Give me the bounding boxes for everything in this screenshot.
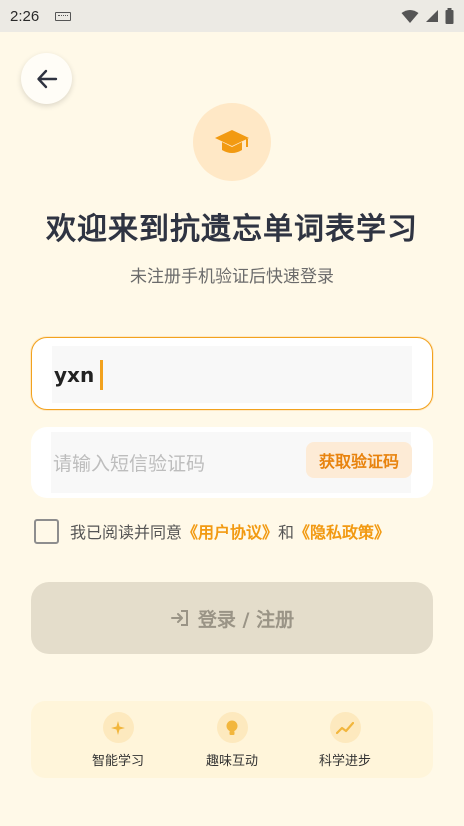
status-time: 2:26 <box>10 7 40 25</box>
trend-up-icon <box>329 712 361 743</box>
feature-smart-learning: 智能学习 <box>83 712 153 769</box>
keyboard-icon <box>55 11 72 21</box>
phone-input-area[interactable]: yxn <box>52 346 412 403</box>
get-code-button[interactable]: 获取验证码 <box>306 442 412 478</box>
feature-label: 科学进步 <box>318 754 371 769</box>
lightbulb-icon <box>216 712 248 743</box>
phone-field[interactable]: yxn <box>31 337 433 410</box>
text-caret <box>100 359 104 390</box>
signal-icon <box>426 10 438 22</box>
graduation-cap-icon <box>215 130 249 153</box>
agree-and-text: 和 <box>278 523 295 542</box>
sms-code-input[interactable]: 请输入短信验证码 <box>53 449 205 476</box>
agree-checkbox[interactable] <box>34 518 59 544</box>
agree-prefix-text: 我已阅读并同意 <box>70 523 183 542</box>
privacy-policy-link[interactable]: 《隐私政策》 <box>294 519 390 543</box>
feature-label: 智能学习 <box>91 754 144 769</box>
user-agreement-link[interactable]: 《用户协议》 <box>182 519 278 543</box>
login-button-label: 登录 / 注册 <box>197 608 295 631</box>
status-bar: 2:26 <box>0 0 464 32</box>
arrow-left-icon <box>36 69 57 88</box>
sparkle-icon <box>102 712 134 743</box>
feature-scientific-progress: 科学进步 <box>310 712 380 769</box>
page-title: 欢迎来到抗遗忘单词表学习 <box>46 212 418 247</box>
login-button[interactable]: 登录 / 注册 <box>31 582 433 654</box>
login-icon <box>170 610 188 626</box>
sms-code-field[interactable]: 请输入短信验证码 获取验证码 <box>31 427 433 498</box>
feature-fun-interaction: 趣味互动 <box>197 712 267 769</box>
app-logo <box>193 103 271 181</box>
page-subtitle: 未注册手机验证后快速登录 <box>130 267 334 287</box>
wifi-icon <box>401 9 419 23</box>
features-panel: 智能学习 趣味互动 科学进步 <box>31 701 433 778</box>
phone-input[interactable]: yxn <box>54 363 94 387</box>
feature-label: 趣味互动 <box>205 754 258 769</box>
battery-icon <box>445 8 454 24</box>
status-icons <box>401 8 454 24</box>
back-button[interactable] <box>21 53 72 104</box>
agreement-row: 我已阅读并同意 《用户协议》 和 《隐私政策》 <box>34 518 390 544</box>
